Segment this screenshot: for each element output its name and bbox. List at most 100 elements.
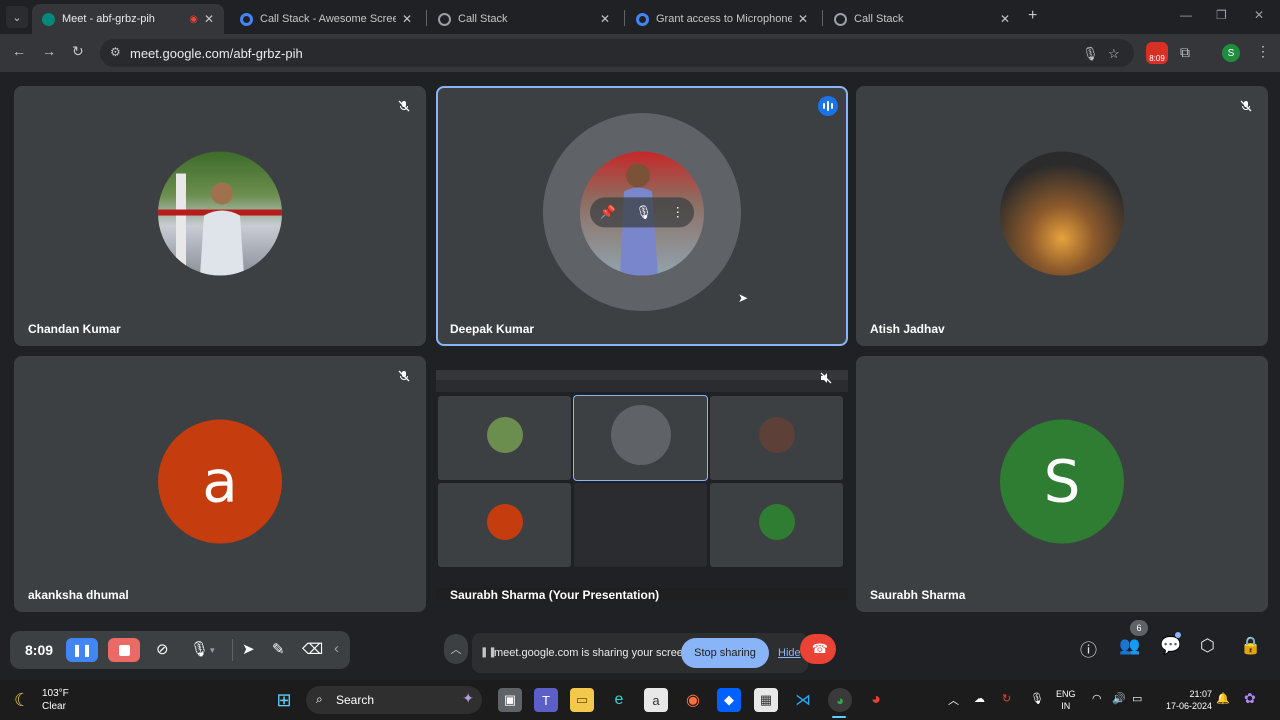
close-tab-icon[interactable]: ✕ — [204, 12, 214, 26]
edge-icon[interactable]: e — [607, 688, 631, 712]
participant-tile-chandan[interactable]: Chandan Kumar — [14, 86, 426, 346]
participant-tile-deepak[interactable]: 📌 🎙 ⋮ Deepak Kumar — [436, 86, 848, 346]
tab-title: Call Stack — [854, 13, 904, 25]
participant-tile-akanksha[interactable]: a akanksha dhumal — [14, 356, 426, 612]
hide-sharing-bar-link[interactable]: Hide — [778, 647, 801, 659]
tab-grant-access[interactable]: Grant access to Microphone/Ca ✕ — [626, 4, 818, 34]
chrome-icon[interactable]: ◕ — [864, 688, 888, 712]
back-icon[interactable]: ← — [12, 43, 26, 59]
maximize-icon[interactable]: ❐ — [1216, 8, 1227, 22]
presentation-tile[interactable]: Saurabh Sharma (Your Presentation) — [436, 356, 848, 612]
tray-overflow-icon[interactable]: ︿ — [948, 692, 959, 708]
bookmark-star-icon[interactable]: ☆ — [1108, 46, 1120, 62]
region-code: IN — [1061, 701, 1071, 711]
mini-tile — [573, 395, 708, 481]
notification-bell-icon[interactable]: 🔔 — [1216, 692, 1230, 705]
recorder-tray-icon[interactable]: ↻ — [1002, 692, 1011, 705]
windows-start-icon[interactable]: ⊞ — [272, 688, 296, 712]
browser-menu-icon[interactable]: ⋮ — [1256, 43, 1270, 60]
weather-moon-icon[interactable]: ☾ — [14, 690, 30, 711]
tray-mic-icon[interactable]: 🎙 — [1030, 692, 1044, 705]
tab-call-stack-1[interactable]: Call Stack ✕ — [428, 4, 620, 34]
more-controls-chevron-icon[interactable]: ︿ — [444, 634, 468, 664]
close-tab-icon[interactable]: ✕ — [600, 12, 610, 26]
file-explorer-icon[interactable]: ▭ — [570, 688, 594, 712]
mini-avatar — [486, 416, 523, 453]
pin-icon[interactable]: 📌 — [600, 204, 616, 220]
mini-browser-tabs — [436, 370, 848, 380]
eraser-tool-icon[interactable]: ⌫ — [302, 640, 323, 658]
dropbox-icon[interactable]: ◆ — [717, 688, 741, 712]
stop-sharing-button[interactable]: Stop sharing — [681, 638, 769, 668]
tab-call-stack-2[interactable]: Call Stack ✕ — [824, 4, 1020, 34]
leave-call-button[interactable]: ☎ — [800, 634, 836, 664]
participant-tile-atish[interactable]: Atish Jadhav — [856, 86, 1268, 346]
close-window-icon[interactable]: ✕ — [1254, 8, 1264, 22]
wifi-icon[interactable]: ◠ — [1092, 692, 1102, 705]
participant-name: Saurabh Sharma — [870, 588, 966, 602]
mic-off-icon — [396, 368, 412, 384]
vscode-icon[interactable]: ⋊ — [791, 688, 815, 712]
activities-icon[interactable]: ⬡ — [1200, 636, 1215, 656]
language-indicator[interactable]: ENG IN — [1056, 688, 1076, 712]
recorder-extension-icon[interactable]: 8:09 — [1146, 42, 1168, 64]
volume-icon[interactable]: 🔊 — [1112, 692, 1126, 705]
tab-title: Meet - abf-grbz-pih — [62, 13, 155, 25]
people-icon[interactable]: 👥 — [1119, 636, 1140, 656]
tab-search-chevron-icon[interactable]: ⌄ — [6, 6, 28, 28]
minimize-icon[interactable]: — — [1180, 8, 1192, 22]
app-store-icon[interactable]: a — [644, 688, 668, 712]
extensions-puzzle-icon[interactable]: ⧉ — [1180, 44, 1190, 61]
participant-tile-saurabh[interactable]: S Saurabh Sharma — [856, 356, 1268, 612]
pointer-tool-icon[interactable]: ➤ — [242, 640, 255, 658]
pause-recording-button[interactable]: ❚❚ — [66, 638, 98, 662]
meeting-info-icon[interactable]: ⓘ — [1080, 636, 1097, 661]
tile-hover-controls: 📌 🎙 ⋮ — [590, 197, 694, 228]
camera-off-icon[interactable]: ⊘ — [156, 640, 169, 658]
microphone-icon[interactable]: 🎙 — [1082, 46, 1099, 62]
tab-call-stack-awesome[interactable]: Call Stack - Awesome Screensh ✕ — [230, 4, 422, 34]
participant-letter-avatar: S — [1000, 419, 1124, 544]
divider — [232, 639, 233, 661]
awesome-screenshot-icon — [240, 12, 253, 26]
forward-icon[interactable]: → — [42, 43, 56, 59]
close-tab-icon[interactable]: ✕ — [798, 12, 808, 26]
teams-icon[interactable]: T — [534, 688, 558, 712]
close-tab-icon[interactable]: ✕ — [1000, 12, 1010, 26]
chat-icon[interactable]: 💬 — [1160, 636, 1181, 656]
search-label: Search — [336, 693, 375, 707]
firefox-icon[interactable]: ◉ — [681, 688, 705, 712]
microsoft-store-icon[interactable]: ▦ — [754, 688, 778, 712]
task-view-icon[interactable]: ▣ — [498, 688, 522, 712]
clock[interactable]: 21:07 17-06-2024 — [1158, 688, 1212, 712]
chat-notification-dot — [1175, 632, 1181, 638]
recorder-mic-icon[interactable]: 🎙 — [190, 640, 209, 658]
mic-dropdown-icon[interactable]: ▾ — [210, 645, 215, 656]
pen-tool-icon[interactable]: ✎ — [272, 640, 285, 658]
site-info-icon[interactable]: ⚙ — [110, 45, 121, 59]
mini-controls-bar — [436, 570, 848, 588]
address-bar[interactable]: ⚙ meet.google.com/abf-grbz-pih 🎙 ☆ — [100, 39, 1134, 67]
stop-recording-button[interactable] — [108, 638, 140, 662]
more-options-icon[interactable]: ⋮ — [671, 204, 684, 220]
mini-avatar — [610, 404, 671, 465]
tab-title: Call Stack — [458, 13, 508, 25]
participant-name: Saurabh Sharma (Your Presentation) — [450, 588, 660, 602]
battery-icon[interactable]: ▭ — [1132, 692, 1142, 705]
tab-meet[interactable]: Meet - abf-grbz-pih ◉ ✕ — [32, 4, 224, 34]
new-tab-icon[interactable]: + — [1028, 7, 1037, 25]
host-controls-icon[interactable]: 🔒 — [1240, 636, 1261, 656]
collapse-toolbar-icon[interactable]: ‹ — [334, 640, 339, 657]
profile-avatar[interactable]: S — [1222, 44, 1240, 62]
taskbar-search[interactable]: ⌕ Search ✦ — [306, 686, 482, 714]
mic-off-icon — [396, 98, 412, 114]
chrome-profile-icon[interactable]: ◕ — [828, 688, 852, 712]
reload-icon[interactable]: ↻ — [72, 43, 84, 60]
mic-icon[interactable]: 🎙 — [635, 204, 652, 220]
awesome-screenshot-icon — [636, 12, 649, 26]
cloud-sync-icon[interactable]: ☁ — [974, 692, 985, 705]
weather-widget[interactable]: 103°F Clear — [42, 687, 69, 713]
mini-tile — [710, 396, 843, 480]
copilot-icon[interactable]: ✿ — [1244, 690, 1256, 707]
close-tab-icon[interactable]: ✕ — [402, 12, 412, 26]
